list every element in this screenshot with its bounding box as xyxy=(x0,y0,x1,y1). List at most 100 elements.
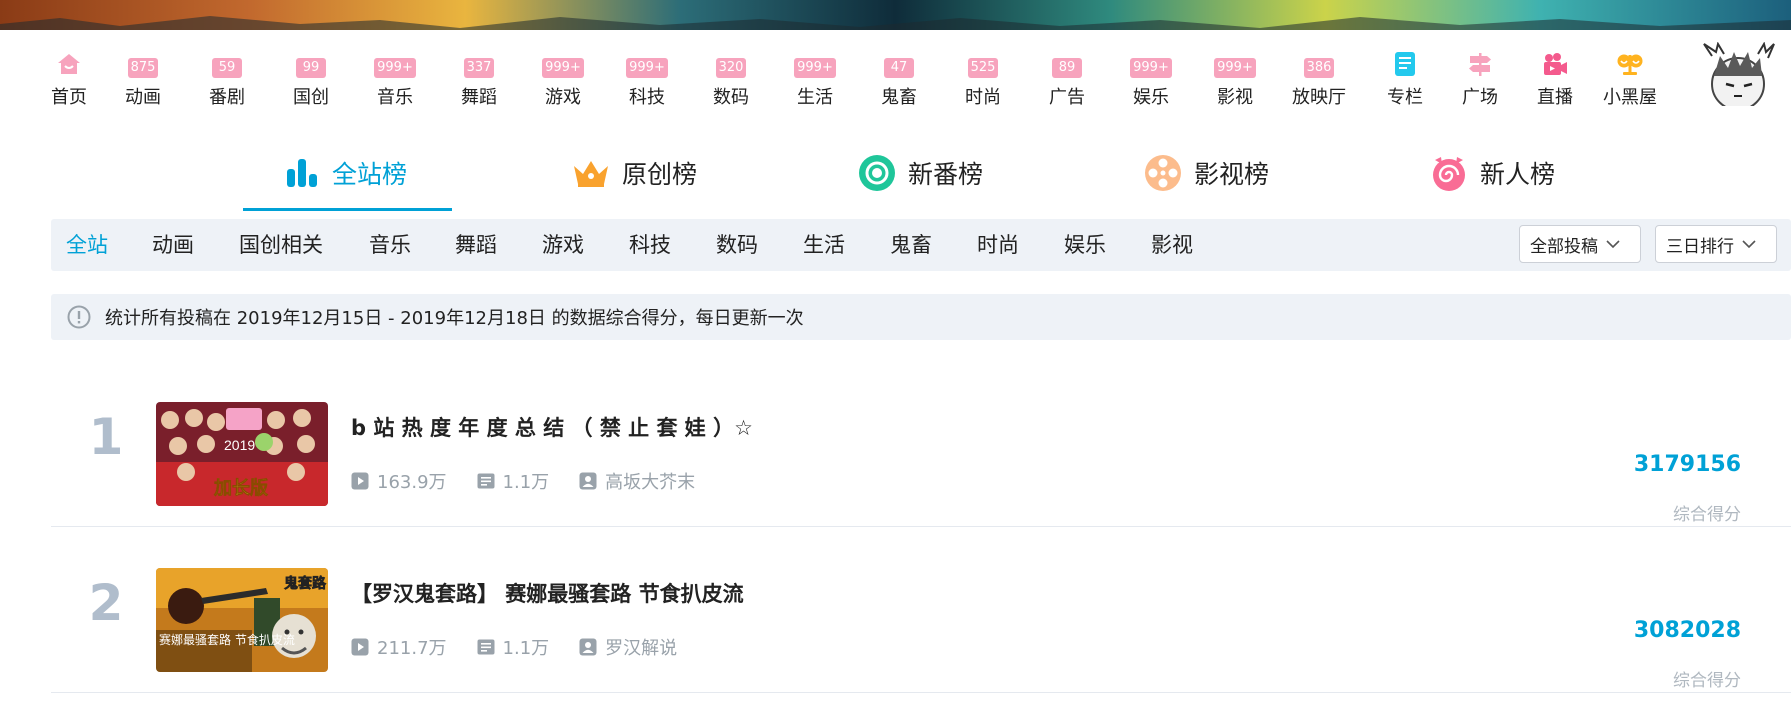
category-film-tv[interactable]: 影视 xyxy=(1151,219,1193,271)
tab-newcomer[interactable]: 新人榜 xyxy=(1430,148,1555,198)
nav-item-life[interactable]: 999+ 生活 xyxy=(778,50,852,109)
nav-item-label: 数码 xyxy=(713,87,749,108)
category-tech[interactable]: 科技 xyxy=(629,219,671,271)
thumbnail-caption: 赛娜最骚套路 节食扒皮流 xyxy=(159,632,295,647)
nav-item-label: 时尚 xyxy=(965,87,1001,108)
submission-type-select[interactable]: 全部投稿 xyxy=(1519,225,1641,263)
category-music[interactable]: 音乐 xyxy=(369,219,411,271)
count-badge: 999+ xyxy=(1214,58,1256,78)
nav-item-digital[interactable]: 320 数码 xyxy=(694,50,768,109)
thumbnail-caption: 加长版 xyxy=(213,477,268,499)
category-all[interactable]: 全站 xyxy=(66,219,108,271)
nav-item-bangumi[interactable]: 59 番剧 xyxy=(190,50,264,109)
nav-item-column[interactable]: 专栏 xyxy=(1368,50,1442,109)
spiral-icon xyxy=(1433,157,1465,191)
nav-item-label: 首页 xyxy=(51,87,87,108)
nav-item-blackroom[interactable]: 小黑屋 xyxy=(1593,50,1667,109)
home-icon xyxy=(55,50,83,78)
play-icon xyxy=(351,638,369,656)
scales-icon xyxy=(1616,50,1644,78)
rank-list-item: 1 2019 加长版 b 站 热 度 年 度 总 结 （ 禁 止 套 娃 ）☆ … xyxy=(51,360,1791,527)
nav-item-home[interactable]: 首页 xyxy=(32,50,106,109)
category-entertainment[interactable]: 娱乐 xyxy=(1064,219,1106,271)
comment-count: 1.1万 xyxy=(477,468,549,494)
chevron-down-icon xyxy=(1742,240,1756,249)
category-guochuang[interactable]: 国创相关 xyxy=(239,219,323,271)
tab-label: 原创榜 xyxy=(622,160,698,189)
tab-label: 新人榜 xyxy=(1480,160,1556,189)
user-avatar[interactable] xyxy=(1696,41,1780,111)
nav-item-label: 番剧 xyxy=(209,87,245,108)
count-badge: 320 xyxy=(715,58,747,78)
category-filter-bar: 全站 动画 国创相关 音乐 舞蹈 游戏 科技 数码 生活 鬼畜 时尚 娱乐 影视… xyxy=(51,219,1791,271)
nav-item-ad[interactable]: 89 广告 xyxy=(1030,50,1104,109)
nav-item-kichiku[interactable]: 47 鬼畜 xyxy=(862,50,936,109)
thumbnail-text: 鬼套路 xyxy=(284,575,327,592)
nav-item-live[interactable]: 直播 xyxy=(1518,50,1592,109)
nav-item-label: 娱乐 xyxy=(1133,87,1169,108)
nav-item-label: 广告 xyxy=(1049,87,1085,108)
video-title[interactable]: 【罗汉鬼套路】 赛娜最骚套路 节食扒皮流 xyxy=(351,578,744,608)
tab-new-bangumi[interactable]: 新番榜 xyxy=(858,148,983,198)
tab-label: 影视榜 xyxy=(1194,160,1270,189)
nav-item-fashion[interactable]: 525 时尚 xyxy=(946,50,1020,109)
category-dance[interactable]: 舞蹈 xyxy=(455,219,497,271)
category-animation[interactable]: 动画 xyxy=(152,219,194,271)
count-badge: 999+ xyxy=(626,58,668,78)
count-badge: 999+ xyxy=(794,58,836,78)
film-reel-icon xyxy=(1145,155,1181,191)
count-badge: 99 xyxy=(296,58,326,78)
tab-film-tv[interactable]: 影视榜 xyxy=(1144,148,1269,198)
nav-item-music[interactable]: 999+ 音乐 xyxy=(358,50,432,109)
category-digital[interactable]: 数码 xyxy=(716,219,758,271)
active-tab-indicator xyxy=(243,208,452,211)
top-banner xyxy=(0,0,1791,32)
tab-label: 全站榜 xyxy=(332,160,408,189)
nav-item-guochuang[interactable]: 99 国创 xyxy=(274,50,348,109)
rank-number: 2 xyxy=(88,574,124,632)
danmaku-icon xyxy=(477,639,495,655)
video-title[interactable]: b 站 热 度 年 度 总 结 （ 禁 止 套 娃 ）☆ xyxy=(351,412,753,442)
play-icon xyxy=(351,472,369,490)
nav-item-game[interactable]: 999+ 游戏 xyxy=(526,50,600,109)
video-thumbnail[interactable]: 2019 加长版 xyxy=(156,402,328,506)
video-author[interactable]: 罗汉解说 xyxy=(579,634,677,660)
tab-original[interactable]: 原创榜 xyxy=(572,148,697,198)
count-badge: 89 xyxy=(1052,58,1082,78)
crown-icon xyxy=(574,161,608,187)
category-kichiku[interactable]: 鬼畜 xyxy=(890,219,932,271)
nav-item-label: 放映厅 xyxy=(1292,87,1346,108)
stats-notice: 统计所有投稿在 2019年12月15日 - 2019年12月18日 的数据综合得… xyxy=(51,294,1791,340)
video-meta: 211.7万 1.1万 罗汉解说 xyxy=(351,634,707,660)
user-icon xyxy=(579,638,597,656)
nav-item-label: 国创 xyxy=(293,87,329,108)
select-value: 全部投稿 xyxy=(1530,236,1598,257)
signpost-icon xyxy=(1467,50,1493,78)
category-life[interactable]: 生活 xyxy=(803,219,845,271)
nav-item-film-tv[interactable]: 999+ 影视 xyxy=(1198,50,1272,109)
ranking-period-select[interactable]: 三日排行 xyxy=(1655,225,1777,263)
view-count: 163.9万 xyxy=(351,468,447,494)
score-label: 综合得分 xyxy=(1673,505,1741,525)
thumbnail-text: 2019 xyxy=(224,437,255,453)
video-thumbnail[interactable]: 鬼套路 赛娜最骚套路 节食扒皮流 xyxy=(156,568,328,672)
nav-item-label: 小黑屋 xyxy=(1603,87,1657,108)
tab-all-site[interactable]: 全站榜 xyxy=(286,148,407,198)
nav-item-dance[interactable]: 337 舞蹈 xyxy=(442,50,516,109)
video-author[interactable]: 高坂大芥末 xyxy=(579,468,695,494)
nav-item-square[interactable]: 广场 xyxy=(1443,50,1517,109)
category-fashion[interactable]: 时尚 xyxy=(977,219,1019,271)
nav-item-animation[interactable]: 875 动画 xyxy=(106,50,180,109)
nav-item-entertainment[interactable]: 999+ 娱乐 xyxy=(1114,50,1188,109)
column-icon xyxy=(1393,50,1417,78)
category-game[interactable]: 游戏 xyxy=(542,219,584,271)
count-badge: 525 xyxy=(967,58,999,78)
count-badge: 386 xyxy=(1303,58,1335,78)
rank-list-item: 2 鬼套路 赛娜最骚套路 节食扒皮流 【罗汉鬼套路】 赛娜最骚套路 节食扒皮流 … xyxy=(51,526,1791,693)
danmaku-icon xyxy=(477,473,495,489)
nav-item-tech[interactable]: 999+ 科技 xyxy=(610,50,684,109)
nav-item-label: 科技 xyxy=(629,87,665,108)
info-icon xyxy=(67,305,91,329)
nav-item-cinema[interactable]: 386 放映厅 xyxy=(1282,50,1356,109)
count-badge: 999+ xyxy=(1130,58,1172,78)
